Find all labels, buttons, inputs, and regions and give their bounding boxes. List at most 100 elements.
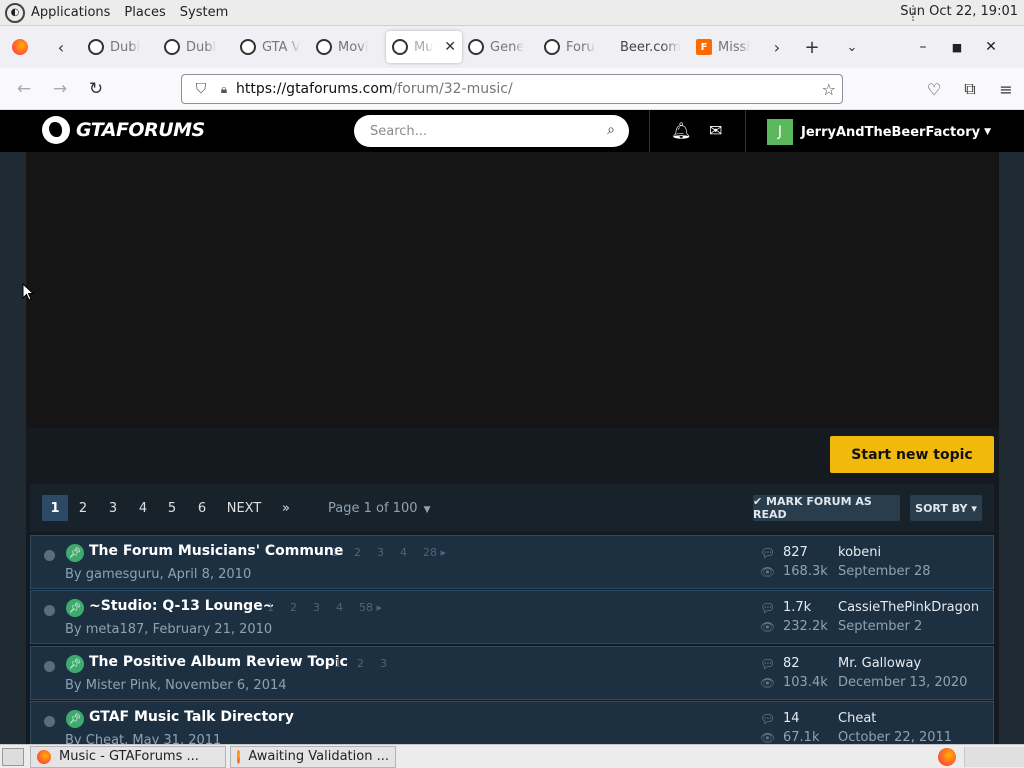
browser-tab[interactable]: Dubl bbox=[82, 31, 158, 63]
next-page-link[interactable]: NEXT bbox=[226, 495, 262, 521]
firefox-tray-icon[interactable] bbox=[938, 748, 956, 766]
mini-page-link[interactable]: 58 ▸ bbox=[359, 601, 382, 614]
forward-button[interactable]: → bbox=[42, 79, 78, 99]
mini-page-link[interactable]: 3 bbox=[380, 657, 387, 670]
topic-row[interactable]: 📌︎ The Positive Album Review Topic 1 2 3 B… bbox=[30, 646, 994, 700]
mini-page-link[interactable]: 3 bbox=[377, 546, 384, 559]
tracking-protection-shield-icon[interactable]: ⛉ bbox=[190, 81, 212, 97]
search-input[interactable]: Search... ⌕ bbox=[354, 115, 629, 147]
bookmark-star-icon[interactable]: ☆ bbox=[822, 80, 836, 99]
topic-title-link[interactable]: ~Studio: Q-13 Lounge~ bbox=[89, 598, 274, 614]
show-desktop-button[interactable] bbox=[2, 747, 24, 766]
page-link-2[interactable]: 2 bbox=[70, 495, 96, 521]
topic-row[interactable]: 📌︎ ~Studio: Q-13 Lounge~ 1 2 3 4 58 ▸ By met… bbox=[30, 590, 994, 644]
reload-button[interactable]: ↻ bbox=[78, 79, 114, 99]
sort-by-button[interactable]: SORT BY ▾ bbox=[910, 495, 982, 521]
system-menu[interactable]: System bbox=[180, 5, 228, 20]
gtaforums-favicon-icon bbox=[88, 39, 104, 55]
search-icon[interactable]: ⌕ bbox=[607, 122, 615, 138]
app-menu-hamburger-icon[interactable]: ≡ bbox=[988, 80, 1024, 99]
page-link-6[interactable]: 6 bbox=[189, 495, 215, 521]
page-jump-dropdown[interactable]: Page 1 of 100 ▼ bbox=[328, 501, 431, 516]
mini-page-link[interactable]: 2 bbox=[290, 601, 297, 614]
mini-page-link[interactable]: 28 ▸ bbox=[423, 546, 446, 559]
last-page-link[interactable]: » bbox=[273, 495, 299, 521]
pinned-thumbtack-icon: 📌︎ bbox=[66, 655, 84, 673]
topic-title-link[interactable]: The Positive Album Review Topic bbox=[89, 654, 348, 670]
close-window-button[interactable]: ✕ bbox=[974, 39, 1008, 55]
notifications-bell-icon[interactable]: 🔔︎ bbox=[671, 121, 691, 140]
topic-mini-pagination: 1 2 3 4 28 ▸ bbox=[331, 546, 462, 559]
browser-tab[interactable]: Dubl bbox=[158, 31, 234, 63]
lock-icon[interactable]: 🔒︎ bbox=[212, 82, 236, 97]
last-post-date-link[interactable]: September 28 bbox=[838, 564, 931, 579]
mark-forum-read-button[interactable]: ✔ MARK FORUM AS READ bbox=[753, 495, 900, 521]
replies-comment-icon: 💬︎ bbox=[760, 601, 776, 615]
unread-status-icon[interactable] bbox=[44, 550, 55, 561]
messages-envelope-icon[interactable]: ✉ bbox=[709, 121, 722, 140]
extensions-icon[interactable]: ⧉ bbox=[952, 79, 988, 99]
page-link-1[interactable]: 1 bbox=[42, 495, 68, 521]
new-tab-button[interactable]: + bbox=[798, 37, 826, 58]
start-new-topic-button[interactable]: Start new topic bbox=[830, 436, 994, 473]
topic-author-link[interactable]: Mister Pink bbox=[86, 678, 157, 693]
topic-title-link[interactable]: GTAF Music Talk Directory bbox=[89, 709, 294, 725]
maximize-window-button[interactable]: ■ bbox=[940, 41, 974, 54]
page-link-5[interactable]: 5 bbox=[159, 495, 185, 521]
topic-author-link[interactable]: meta187 bbox=[86, 622, 145, 637]
firefox-view-icon[interactable] bbox=[12, 39, 28, 55]
clock[interactable]: Sun Oct 22, 19:01 bbox=[900, 4, 1018, 19]
tab-scroll-left-button[interactable]: ‹ bbox=[50, 38, 72, 57]
taskbar-window-button[interactable]: Awaiting Validation ... bbox=[230, 745, 396, 768]
browser-tab[interactable]: F Missi bbox=[690, 31, 766, 63]
unread-status-icon[interactable] bbox=[44, 661, 55, 672]
mini-page-link[interactable]: 2 bbox=[354, 546, 361, 559]
close-tab-icon[interactable]: ✕ bbox=[444, 39, 456, 55]
last-poster-link[interactable]: Mr. Galloway bbox=[838, 656, 921, 671]
topic-author-link[interactable]: gamesguru bbox=[86, 567, 160, 582]
mini-page-link[interactable]: 1 bbox=[267, 601, 274, 614]
browser-tab[interactable]: GTA V bbox=[234, 31, 310, 63]
mini-page-link[interactable]: 4 bbox=[336, 601, 343, 614]
page-link-3[interactable]: 3 bbox=[100, 495, 126, 521]
taskbar-window-button[interactable]: Music - GTAForums ... bbox=[30, 745, 226, 768]
mini-page-link[interactable]: 2 bbox=[357, 657, 364, 670]
browser-tab[interactable]: Foru bbox=[538, 31, 614, 63]
gtaforums-favicon-icon bbox=[316, 39, 332, 55]
tab-label: GTA V bbox=[262, 39, 301, 55]
last-poster-link[interactable]: kobeni bbox=[838, 545, 881, 560]
workspace-switcher[interactable] bbox=[964, 747, 1024, 767]
firefox-icon bbox=[237, 749, 241, 764]
topic-title-link[interactable]: The Forum Musicians' Commune bbox=[89, 543, 343, 559]
back-button[interactable]: ← bbox=[6, 79, 42, 99]
gtaforums-logo[interactable]: GTAFORUMS bbox=[42, 116, 205, 144]
places-menu[interactable]: Places bbox=[124, 5, 165, 20]
topic-byline: By meta187, February 21, 2010 bbox=[65, 622, 273, 637]
views-eye-icon: 👁︎ bbox=[760, 731, 776, 745]
list-all-tabs-chevron-icon[interactable]: ⌄ bbox=[838, 40, 866, 55]
page-link-4[interactable]: 4 bbox=[130, 495, 156, 521]
distro-logo-icon[interactable]: ◐ bbox=[5, 2, 25, 23]
applications-menu[interactable]: Applications bbox=[31, 5, 110, 20]
browser-tab-active[interactable]: Mu ✕ bbox=[386, 31, 462, 63]
tab-scroll-right-button[interactable]: › bbox=[766, 38, 788, 57]
minimize-window-button[interactable]: – bbox=[906, 39, 940, 55]
browser-tab[interactable]: Beer.com bbox=[614, 31, 690, 63]
topic-row[interactable]: 📌︎ The Forum Musicians' Commune 1 2 3 4 28 ▸… bbox=[30, 535, 994, 589]
last-post-date-link[interactable]: December 13, 2020 bbox=[838, 675, 967, 690]
mini-page-link[interactable]: 1 bbox=[331, 546, 338, 559]
mini-page-link[interactable]: 3 bbox=[313, 601, 320, 614]
user-menu[interactable]: J JerryAndTheBeerFactory ▼ bbox=[767, 119, 991, 145]
last-post-date-link[interactable]: September 2 bbox=[838, 619, 922, 634]
unread-status-icon[interactable] bbox=[44, 716, 55, 727]
pocket-icon[interactable]: ♡ bbox=[916, 80, 952, 99]
browser-tab[interactable]: Movi bbox=[310, 31, 386, 63]
mini-page-link[interactable]: 1 bbox=[334, 657, 341, 670]
last-poster-link[interactable]: Cheat bbox=[838, 711, 876, 726]
browser-tab[interactable]: Gene bbox=[462, 31, 538, 63]
mini-page-link[interactable]: 4 bbox=[400, 546, 407, 559]
unread-status-icon[interactable] bbox=[44, 605, 55, 616]
last-poster-link[interactable]: CassieThePinkDragon bbox=[838, 600, 979, 615]
last-post-date-link[interactable]: October 22, 2011 bbox=[838, 730, 952, 745]
address-bar[interactable]: ⛉ 🔒︎ https://gtaforums.com /forum/32-mus… bbox=[181, 74, 843, 104]
